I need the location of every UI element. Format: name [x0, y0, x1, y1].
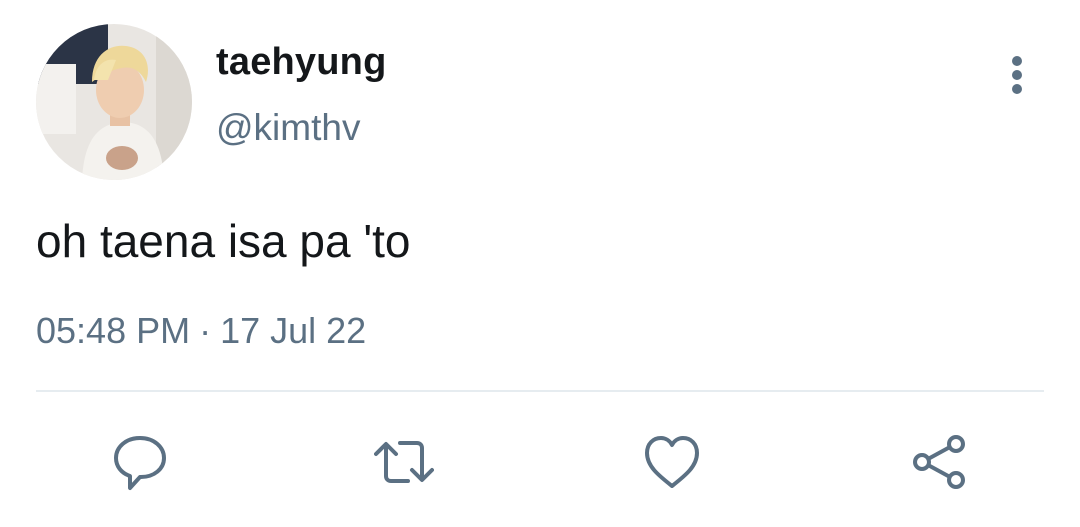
user-handle[interactable]: @kimthv — [216, 104, 360, 152]
more-vertical-icon — [1012, 56, 1022, 94]
divider — [36, 390, 1044, 392]
more-options-button[interactable] — [996, 50, 1038, 100]
reply-icon — [114, 436, 166, 490]
tweet-timestamp[interactable]: 05:48 PM · 17 Jul 22 — [36, 307, 366, 355]
share-button[interactable] — [910, 432, 970, 492]
meta-separator: · — [199, 310, 212, 351]
tweet-time: 05:48 PM — [36, 310, 191, 351]
share-icon — [913, 435, 965, 489]
retweet-button[interactable] — [374, 432, 434, 492]
avatar-image — [36, 24, 192, 180]
tweet-date: 17 Jul 22 — [220, 310, 367, 351]
display-name[interactable]: taehyung — [216, 38, 387, 86]
reply-button[interactable] — [110, 432, 170, 492]
like-button[interactable] — [642, 432, 702, 492]
retweet-icon — [374, 441, 434, 483]
avatar[interactable] — [36, 24, 192, 180]
heart-icon — [645, 436, 699, 488]
tweet-text: oh taena isa pa 'to — [36, 215, 411, 267]
